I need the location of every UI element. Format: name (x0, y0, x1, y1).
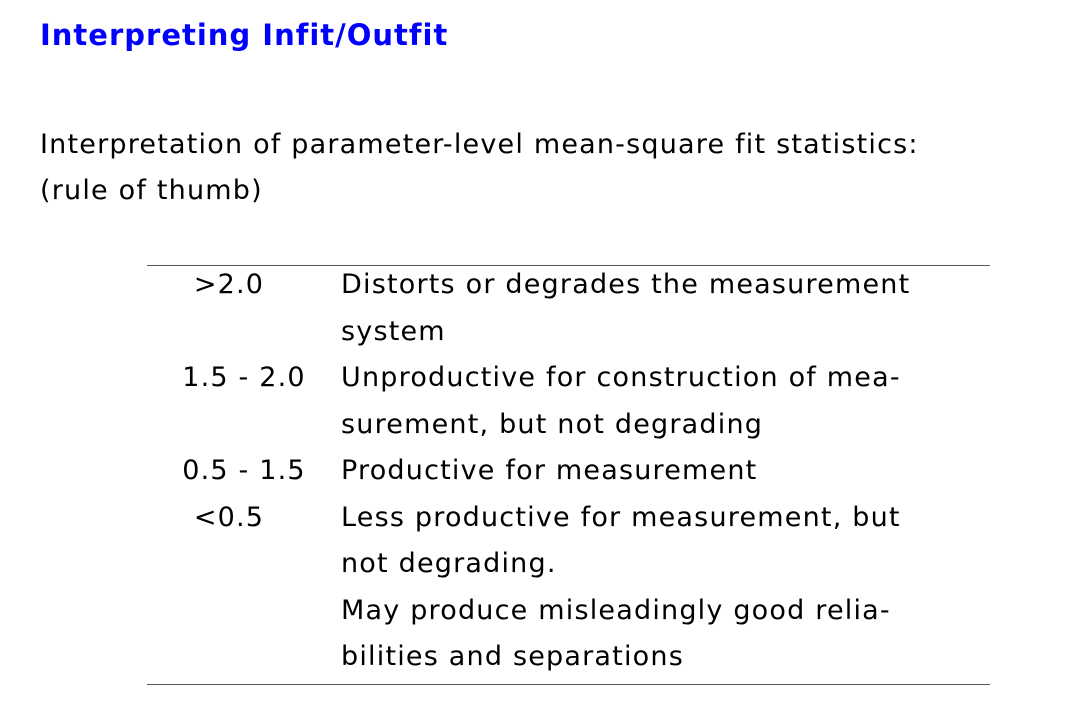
range-cell: >2.0 (193, 269, 265, 300)
fit-interpretation-table: >2.0 Distorts or degrades the measuremen… (147, 262, 990, 681)
table-row: <0.5 Less productive for measurement, bu… (147, 495, 990, 681)
intro-line: Interpretation of parameter-level mean-s… (40, 129, 919, 160)
description-line: system (341, 315, 446, 347)
description-cell: Less productive for measurement, but not… (341, 495, 990, 681)
table-bottom-rule (147, 684, 990, 685)
description-line: Less productive for measurement, but (341, 501, 901, 533)
description-line: Productive for measurement (341, 455, 758, 486)
description-line: Unproductive for construction of mea- (341, 362, 901, 393)
range-cell: <0.5 (193, 501, 265, 533)
description-line: surement, but not degrading (341, 408, 764, 440)
table-row: 0.5 - 1.5 Productive for measurement (147, 448, 990, 495)
intro-text: Interpretation of parameter-level mean-s… (40, 122, 919, 214)
description-line: not degrading. (341, 548, 557, 579)
slide-title: Interpreting Infit/Outfit (40, 18, 449, 52)
range-cell: 0.5 - 1.5 (182, 455, 306, 486)
description-line: Distorts or degrades the measurement (341, 269, 911, 300)
description-line: bilities and separations (341, 641, 684, 672)
description-cell: Distorts or degrades the measurement sys… (341, 262, 990, 355)
range-cell: 1.5 - 2.0 (182, 362, 306, 393)
table-row: >2.0 Distorts or degrades the measuremen… (147, 262, 990, 355)
table-row: 1.5 - 2.0 Unproductive for construction … (147, 355, 990, 448)
description-cell: Productive for measurement (341, 448, 990, 495)
description-line: May produce misleadingly good relia- (341, 594, 891, 626)
description-cell: Unproductive for construction of mea- su… (341, 355, 990, 448)
intro-line: (rule of thumb) (40, 175, 263, 206)
